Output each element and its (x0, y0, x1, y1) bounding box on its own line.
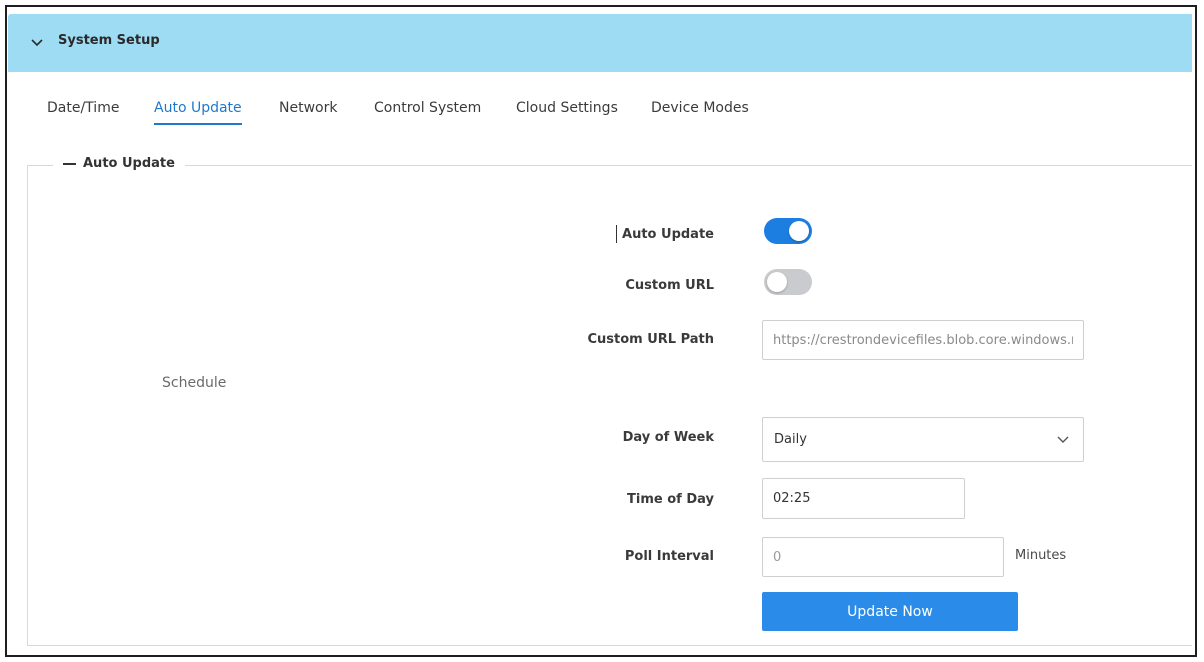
toggle-knob (789, 221, 809, 241)
tab-device-modes[interactable]: Device Modes (651, 100, 749, 116)
poll-interval-unit: Minutes (1015, 548, 1067, 563)
custom-url-path-input[interactable] (762, 320, 1084, 360)
fieldset-border (27, 165, 1192, 166)
auto-update-label: Auto Update (622, 227, 714, 242)
section-legend[interactable]: Auto Update (53, 156, 185, 171)
auto-update-toggle[interactable] (764, 218, 812, 244)
day-of-week-value: Daily (774, 432, 807, 447)
custom-url-label: Custom URL (625, 278, 714, 293)
tab-network[interactable]: Network (279, 100, 337, 116)
fieldset-border (27, 165, 28, 645)
tab-control-system[interactable]: Control System (374, 100, 481, 116)
tab-date-time[interactable]: Date/Time (47, 100, 119, 116)
tab-cloud-settings[interactable]: Cloud Settings (516, 100, 618, 116)
system-setup-header[interactable]: System Setup (8, 14, 1192, 72)
fieldset-border (27, 645, 1192, 646)
chevron-down-icon (1057, 436, 1069, 443)
panel-title: System Setup (58, 33, 160, 48)
tab-auto-update[interactable]: Auto Update (154, 100, 242, 125)
chevron-down-icon (31, 39, 43, 47)
update-now-button[interactable]: Update Now (762, 592, 1018, 631)
toggle-knob (767, 272, 787, 292)
schedule-label: Schedule (162, 375, 227, 391)
section-legend-label: Auto Update (83, 156, 175, 171)
day-of-week-select[interactable]: Daily (762, 417, 1084, 462)
poll-interval-input[interactable] (762, 537, 1004, 577)
custom-url-toggle[interactable] (764, 269, 812, 295)
poll-interval-label: Poll Interval (624, 549, 714, 564)
collapse-dash-icon (63, 162, 76, 165)
time-of-day-label: Time of Day (627, 492, 714, 507)
text-cursor (616, 225, 617, 243)
custom-url-path-label: Custom URL Path (587, 332, 714, 347)
time-of-day-input[interactable] (762, 478, 965, 519)
day-of-week-label: Day of Week (622, 430, 714, 445)
